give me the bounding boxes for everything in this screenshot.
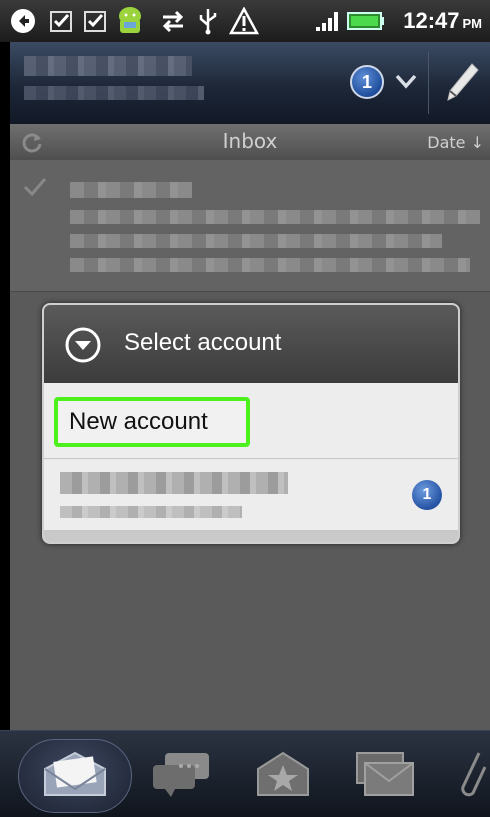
bottom-tab-bar bbox=[0, 730, 490, 817]
signal-icon bbox=[312, 6, 344, 36]
dialog-header: Select account bbox=[44, 305, 458, 383]
preview-blurred bbox=[70, 234, 442, 248]
usb-icon bbox=[194, 6, 222, 36]
dropdown-circle-icon bbox=[64, 326, 102, 364]
conversations-tab[interactable] bbox=[146, 739, 216, 813]
starred-mail-icon bbox=[254, 749, 312, 803]
header-divider bbox=[428, 52, 429, 114]
account-email-blurred bbox=[60, 506, 242, 518]
back-arrow-icon bbox=[8, 6, 38, 36]
account-name-blurred bbox=[24, 56, 192, 76]
app-header: 1 bbox=[10, 42, 490, 124]
sync-arrows-icon bbox=[158, 6, 188, 36]
preview-blurred bbox=[70, 258, 470, 272]
stacked-mail-icon bbox=[353, 749, 417, 803]
new-account-button[interactable]: New account bbox=[54, 397, 250, 447]
paperclip-icon bbox=[453, 747, 489, 805]
favorites-tab[interactable] bbox=[248, 739, 318, 813]
new-account-row[interactable]: New account bbox=[44, 383, 458, 459]
dialog-footer bbox=[44, 530, 458, 542]
dialog-title: Select account bbox=[124, 329, 282, 356]
compose-pencil-icon[interactable] bbox=[442, 60, 482, 108]
arrow-down-icon: ↓ bbox=[470, 133, 484, 152]
checkmark-icon[interactable] bbox=[22, 176, 48, 202]
unread-count-badge: 1 bbox=[350, 65, 384, 99]
account-unread-badge: 1 bbox=[412, 480, 442, 510]
unread-tab[interactable] bbox=[350, 739, 420, 813]
subject-blurred bbox=[70, 210, 480, 224]
select-account-dialog: Select account New account 1 bbox=[42, 303, 460, 544]
sender-blurred bbox=[70, 182, 192, 198]
account-name-blurred bbox=[60, 472, 288, 494]
inbox-toolbar: Inbox Date ↓ bbox=[10, 124, 490, 160]
envelope-open-icon bbox=[41, 749, 109, 803]
inbox-tab[interactable] bbox=[18, 739, 132, 813]
list-item[interactable] bbox=[10, 160, 490, 292]
status-time: 12:47 PM bbox=[403, 8, 482, 33]
attachments-tab[interactable] bbox=[452, 739, 490, 813]
chat-bubbles-icon bbox=[149, 749, 213, 803]
warning-icon bbox=[228, 6, 260, 36]
account-email-blurred bbox=[24, 86, 204, 100]
chevron-down-icon[interactable] bbox=[394, 70, 418, 96]
inbox-title: Inbox bbox=[222, 129, 278, 153]
checkbox-icon bbox=[80, 6, 110, 36]
battery-icon bbox=[346, 6, 386, 36]
checkbox-icon bbox=[46, 6, 76, 36]
status-bar: 12:47 PM bbox=[0, 0, 490, 42]
sort-by-date-button[interactable]: Date ↓ bbox=[427, 133, 484, 152]
sort-label: Date bbox=[427, 133, 466, 152]
account-row[interactable]: 1 bbox=[44, 460, 458, 532]
android-icon bbox=[112, 6, 148, 36]
